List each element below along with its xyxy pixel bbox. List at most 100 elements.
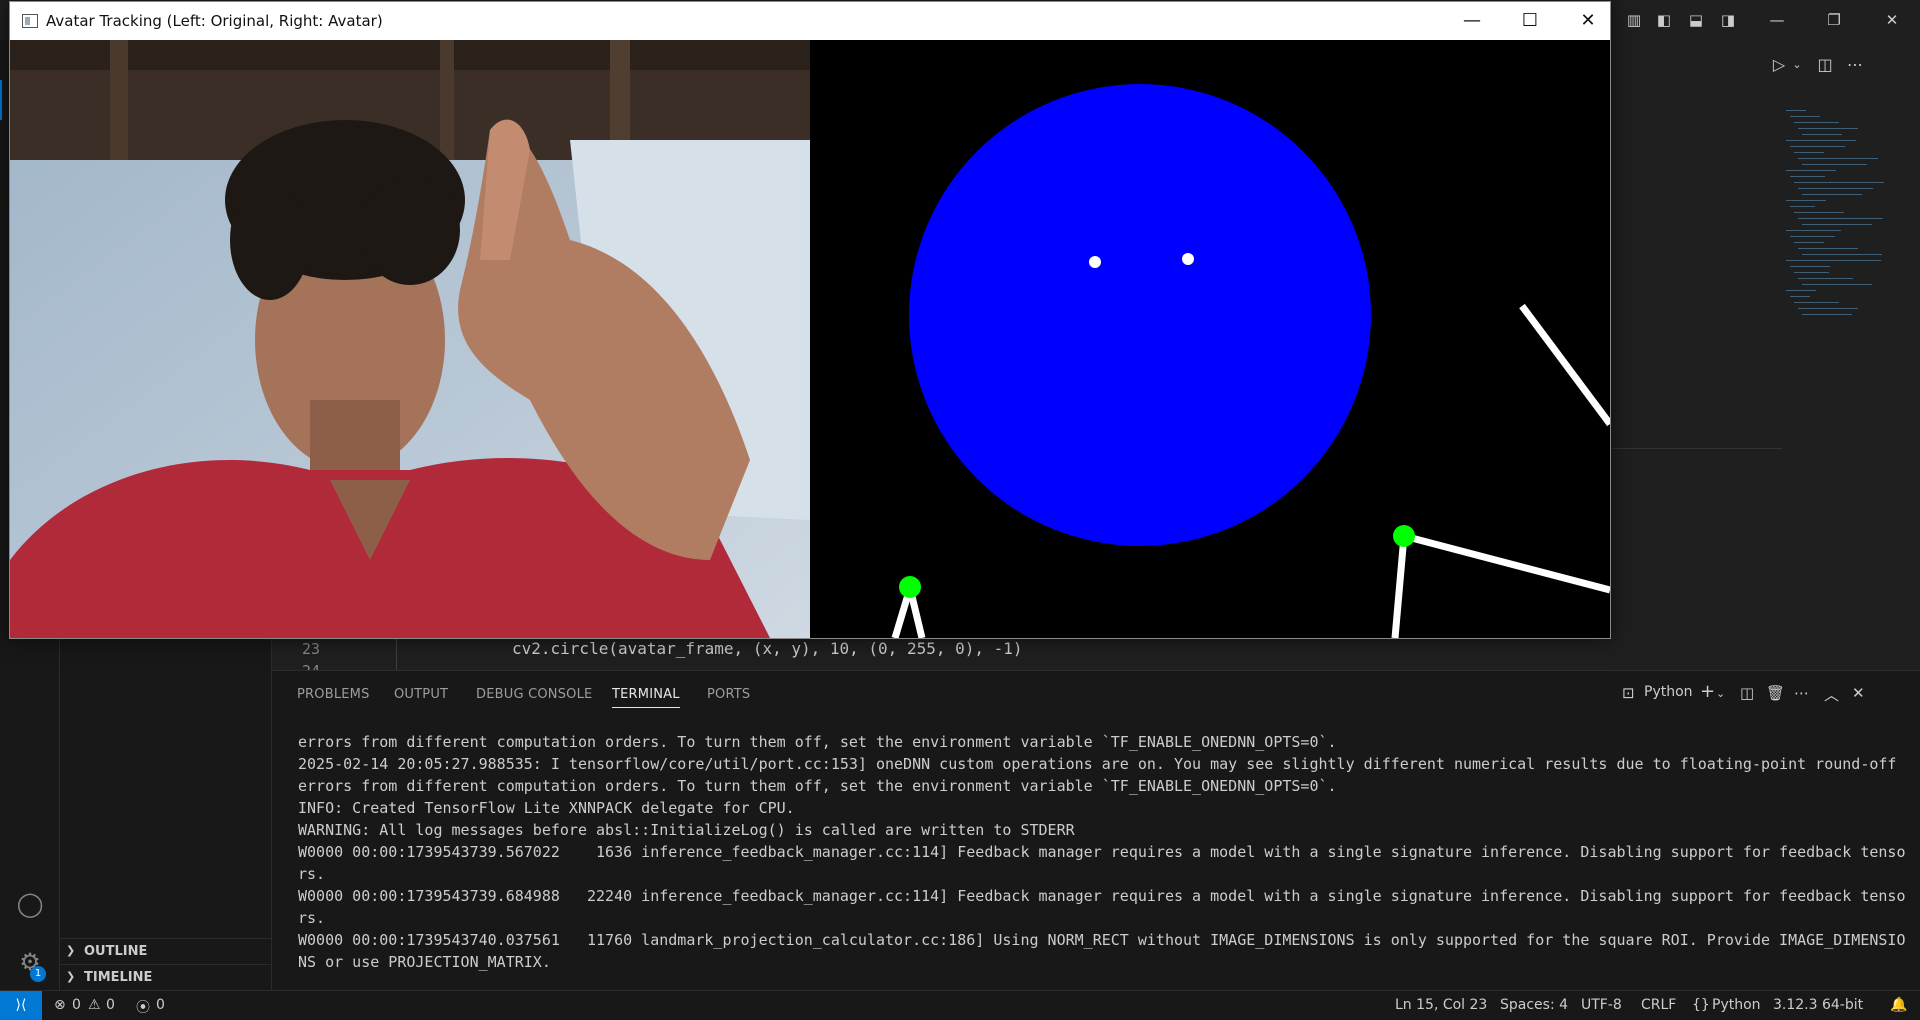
- editor-divider: [1612, 448, 1782, 449]
- minimap-line: [1786, 110, 1806, 111]
- python-interpreter[interactable]: 3.12.3 64-bit: [1773, 997, 1863, 1013]
- minimap-line: [1786, 230, 1841, 231]
- terminal-scrollbar[interactable]: [1908, 731, 1920, 981]
- minimap-line: [1794, 302, 1839, 303]
- terminal-line: 2025-02-14 20:05:27.988535: I tensorflow…: [298, 755, 1897, 773]
- activity-active-indicator: [0, 80, 2, 120]
- vscode-minimize-icon[interactable]: —: [1765, 8, 1789, 32]
- minimap-line: [1794, 182, 1884, 183]
- tab-ports[interactable]: PORTS: [707, 687, 750, 702]
- remote-indicator-icon[interactable]: ⟩⟨: [0, 991, 42, 1020]
- warning-icon[interactable]: ⚠: [88, 997, 101, 1013]
- split-editor-icon[interactable]: ◫: [1812, 52, 1838, 78]
- indentation[interactable]: Spaces: 4: [1500, 997, 1568, 1013]
- language-mode[interactable]: Python: [1712, 997, 1761, 1013]
- minimap-line: [1798, 278, 1853, 279]
- notifications-bell-icon[interactable]: 🔔: [1890, 997, 1907, 1013]
- opencv-window[interactable]: Avatar Tracking (Left: Original, Right: …: [9, 1, 1611, 639]
- minimap-line: [1786, 140, 1856, 141]
- timeline-label: TIMELINE: [84, 970, 153, 985]
- maximize-panel-icon[interactable]: ︿: [1824, 684, 1839, 705]
- avatar-right-eye: [1182, 253, 1194, 265]
- maximize-button[interactable]: ☐: [1510, 6, 1550, 36]
- minimap-line: [1786, 290, 1816, 291]
- avatar-landmark-point: [1393, 525, 1415, 547]
- minimap-line: [1798, 218, 1883, 219]
- avatar-drawing: [891, 84, 1610, 638]
- minimap-line: [1794, 242, 1824, 243]
- encoding[interactable]: UTF-8: [1581, 997, 1622, 1013]
- error-count[interactable]: 0: [72, 997, 81, 1013]
- terminal-dropdown-chevron-icon[interactable]: ⌄: [1716, 687, 1725, 700]
- timeline-section[interactable]: ❯ TIMELINE: [60, 964, 272, 991]
- terminal-line: rs.: [298, 865, 326, 883]
- tab-output[interactable]: OUTPUT: [394, 687, 448, 702]
- terminal-line: W0000 00:00:1739543739.567022 1636 infer…: [298, 843, 1906, 861]
- tab-problems[interactable]: PROBLEMS: [297, 687, 370, 702]
- vscode-close-icon[interactable]: ✕: [1880, 8, 1904, 32]
- minimap-line: [1802, 134, 1842, 135]
- errors-icon[interactable]: ⊗: [54, 997, 66, 1013]
- opencv-title-bar[interactable]: Avatar Tracking (Left: Original, Right: …: [10, 2, 1610, 40]
- layout-customize-icon[interactable]: ▥: [1622, 8, 1646, 32]
- split-terminal-icon[interactable]: ◫: [1740, 684, 1754, 702]
- avatar-landmark-point: [899, 576, 921, 598]
- minimap-line: [1794, 152, 1824, 153]
- vscode-restore-icon[interactable]: ❐: [1822, 8, 1846, 32]
- toggle-panel-icon[interactable]: ⬓: [1684, 8, 1708, 32]
- minimap-line: [1802, 254, 1882, 255]
- minimap-line: [1802, 314, 1852, 315]
- ports-count[interactable]: 0: [156, 997, 165, 1013]
- new-terminal-icon[interactable]: +: [1700, 681, 1715, 702]
- code-line[interactable]: cv2.circle(avatar_frame, (x, y), 10, (0,…: [512, 639, 1023, 658]
- minimap-line: [1790, 236, 1835, 237]
- tab-terminal[interactable]: TERMINAL: [612, 687, 680, 708]
- minimap-line: [1798, 308, 1858, 309]
- chevron-right-icon: ❯: [66, 944, 76, 957]
- minimap-line: [1790, 266, 1830, 267]
- terminal-line: W0000 00:00:1739543739.684988 22240 infe…: [298, 887, 1906, 905]
- panel-more-actions-icon[interactable]: ⋯: [1794, 684, 1809, 702]
- bottom-panel: PROBLEMS OUTPUT DEBUG CONSOLE TERMINAL P…: [272, 670, 1920, 990]
- terminal-line: WARNING: All log messages before absl::I…: [298, 821, 1075, 839]
- minimap-line: [1790, 206, 1815, 207]
- minimap-line: [1798, 248, 1858, 249]
- panel-actions: ⊡ Python + ⌄ ◫ 🗑 ⋯ ︿ ✕: [1620, 681, 1920, 711]
- warning-count[interactable]: 0: [106, 997, 115, 1013]
- minimap-line: [1790, 116, 1820, 117]
- terminal-line: errors from different computation orders…: [298, 777, 1337, 795]
- outline-section[interactable]: ❯ OUTLINE: [60, 938, 272, 965]
- minimize-button[interactable]: —: [1452, 6, 1492, 36]
- toggle-secondary-sidebar-icon[interactable]: ◨: [1716, 8, 1740, 32]
- tab-debug-console[interactable]: DEBUG CONSOLE: [476, 687, 592, 702]
- panel-tab-bar: PROBLEMS OUTPUT DEBUG CONSOLE TERMINAL P…: [272, 671, 1920, 721]
- avatar-head: [909, 84, 1371, 546]
- close-button[interactable]: ✕: [1568, 6, 1608, 36]
- cursor-position[interactable]: Ln 15, Col 23: [1395, 997, 1487, 1013]
- terminal-profile-label[interactable]: Python: [1644, 684, 1693, 700]
- minimap-line: [1786, 260, 1881, 261]
- minimap-line: [1786, 170, 1836, 171]
- webcam-image: [10, 40, 810, 638]
- minimap-line: [1790, 146, 1845, 147]
- kill-terminal-icon[interactable]: 🗑: [1766, 684, 1785, 702]
- minimap-line: [1798, 158, 1878, 159]
- app-window-icon: [22, 14, 38, 28]
- end-of-line[interactable]: CRLF: [1641, 997, 1676, 1013]
- ports-icon[interactable]: ⦿: [136, 997, 150, 1017]
- minimap-line: [1790, 176, 1825, 177]
- minimap[interactable]: [1786, 110, 1896, 320]
- run-options-chevron-icon[interactable]: ⌄: [1784, 52, 1810, 78]
- close-panel-icon[interactable]: ✕: [1852, 684, 1865, 702]
- editor-more-actions-icon[interactable]: ⋯: [1842, 52, 1868, 78]
- minimap-line: [1798, 188, 1873, 189]
- accounts-icon[interactable]: ◯: [12, 886, 48, 922]
- toggle-primary-sidebar-icon[interactable]: ◧: [1652, 8, 1676, 32]
- terminal-output[interactable]: errors from different computation orders…: [298, 731, 1908, 981]
- minimap-line: [1802, 224, 1872, 225]
- terminal-line: rs.: [298, 909, 326, 927]
- settings-badge: 1: [30, 966, 46, 982]
- avatar-arm-line: [1519, 303, 1610, 427]
- minimap-line: [1802, 194, 1862, 195]
- minimap-line: [1790, 296, 1810, 297]
